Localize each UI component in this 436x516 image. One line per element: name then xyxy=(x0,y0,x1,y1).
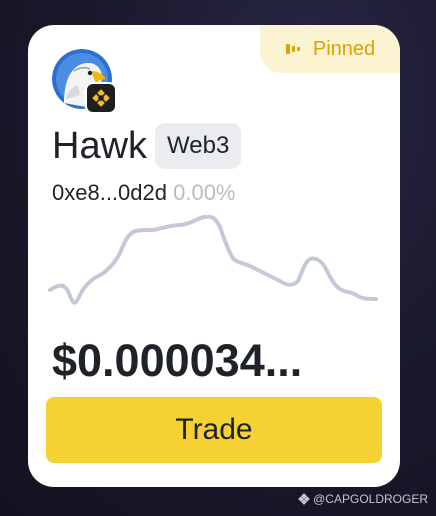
token-name-row: Hawk Web3 xyxy=(52,123,242,169)
bnb-logo-icon xyxy=(298,493,310,505)
token-name: Hawk xyxy=(52,125,148,167)
pinned-label: Pinned xyxy=(312,37,376,60)
token-price: $0.000034... xyxy=(52,335,303,386)
bnb-chain-icon xyxy=(85,82,117,114)
price-change: 0.00% xyxy=(173,180,236,205)
address-row: 0xe8...0d2d 0.00% xyxy=(52,179,236,207)
pin-icon xyxy=(285,44,300,54)
pinned-badge[interactable]: Pinned xyxy=(260,25,400,73)
contract-address[interactable]: 0xe8...0d2d xyxy=(52,180,167,205)
token-avatar xyxy=(52,49,117,114)
watermark: @CAPGOLDROGER xyxy=(298,492,428,506)
price-sparkline xyxy=(48,215,378,305)
token-card[interactable]: Pinned Hawk Web3 0xe8...0d2d 0.00% $0.00… xyxy=(28,25,400,487)
web3-tag: Web3 xyxy=(155,123,242,169)
watermark-text: @CAPGOLDROGER xyxy=(313,492,428,506)
trade-button[interactable]: Trade xyxy=(46,397,382,463)
